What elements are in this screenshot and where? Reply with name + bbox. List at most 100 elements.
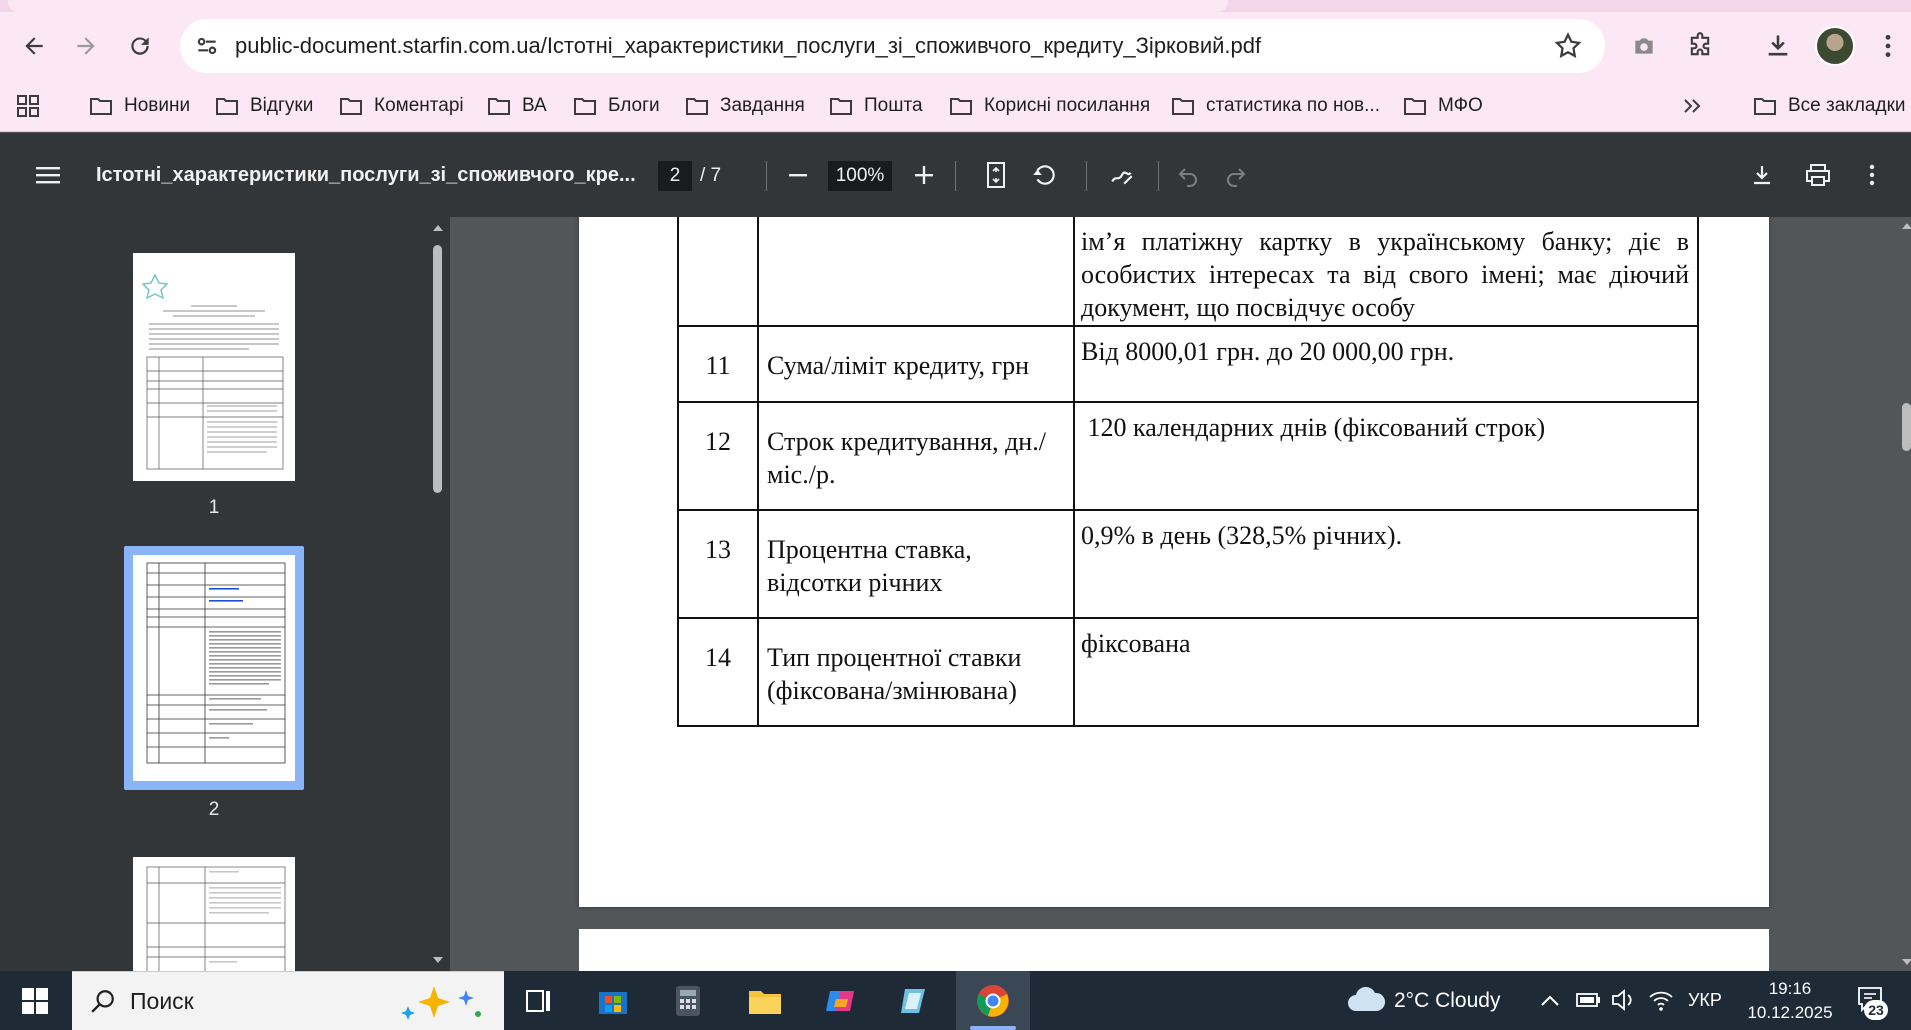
active-tab[interactable] xyxy=(8,0,1228,12)
bookmark-folder[interactable]: Відгуки xyxy=(216,80,313,132)
search-placeholder: Поиск xyxy=(130,988,194,1014)
fit-page-button[interactable] xyxy=(976,155,1016,195)
page-number-input[interactable]: 2 xyxy=(658,161,692,191)
row-name: Строк кредитування, дн./міс./р. xyxy=(757,401,1075,511)
zoom-out-button[interactable] xyxy=(778,155,818,195)
pdf-more-button[interactable] xyxy=(1852,155,1892,195)
row-name: Процентна ставка, відсотки річних xyxy=(757,509,1075,619)
browser-toolbar: public-document.starfin.com.ua/Істотні_х… xyxy=(0,12,1911,80)
task-view-button[interactable] xyxy=(518,980,560,1022)
download-icon xyxy=(1768,35,1788,56)
pdf-download-button[interactable] xyxy=(1742,155,1782,195)
folder-icon xyxy=(90,97,112,115)
clock-date: 10.12.2025 xyxy=(1747,1003,1833,1022)
clock[interactable]: 19:16 10.12.2025 xyxy=(1735,977,1845,1025)
scroll-up-icon[interactable] xyxy=(1901,221,1911,231)
page-thumbnail-1[interactable] xyxy=(133,253,295,481)
page-2-preview xyxy=(146,562,286,764)
print-button[interactable] xyxy=(1798,155,1838,195)
bookmark-folder[interactable]: Новини xyxy=(90,80,190,132)
bookmark-label: ВА xyxy=(522,95,547,116)
printer-icon xyxy=(1806,164,1830,186)
apps-button[interactable] xyxy=(16,80,40,132)
volume-icon[interactable] xyxy=(1610,988,1636,1012)
back-button[interactable] xyxy=(14,26,54,66)
apps-grid-icon xyxy=(17,95,39,117)
copilot-app[interactable] xyxy=(820,980,862,1022)
page-thumbnail-3[interactable] xyxy=(133,857,295,971)
input-language[interactable]: УКР xyxy=(1688,971,1722,1030)
bookmark-folder[interactable]: Корисні посилання xyxy=(950,80,1150,132)
annotate-button[interactable] xyxy=(1102,155,1142,195)
address-bar[interactable]: public-document.starfin.com.ua/Істотні_х… xyxy=(180,19,1605,73)
reload-button[interactable] xyxy=(120,26,160,66)
extensions-button[interactable] xyxy=(1680,26,1720,66)
plus-icon xyxy=(915,166,933,184)
rotate-button[interactable] xyxy=(1024,155,1064,195)
active-app-indicator xyxy=(970,1026,1016,1030)
chevron-up-icon[interactable] xyxy=(1540,993,1560,1007)
scroll-up-icon xyxy=(433,225,443,231)
bookmark-folder[interactable]: ВА xyxy=(488,80,547,132)
puzzle-icon xyxy=(1690,32,1710,56)
site-settings-icon[interactable] xyxy=(194,33,220,59)
store-app[interactable] xyxy=(592,980,634,1022)
weather-text[interactable]: 2°C Cloudy xyxy=(1394,971,1500,1030)
sidebar-scroll-thumb[interactable] xyxy=(433,245,442,493)
file-explorer-app[interactable] xyxy=(744,980,786,1022)
folder-icon xyxy=(1172,97,1194,115)
forward-button[interactable] xyxy=(66,26,106,66)
scroll-down-icon[interactable] xyxy=(1901,957,1911,967)
bookmark-label: Завдання xyxy=(720,95,805,116)
bookmark-folder[interactable]: Блоги xyxy=(574,80,660,132)
redo-button[interactable] xyxy=(1216,155,1256,195)
copilot-sparkle-icon xyxy=(401,986,481,1020)
more-bookmarks-button[interactable] xyxy=(1682,80,1702,132)
folder-icon xyxy=(1754,97,1776,115)
notes-app[interactable] xyxy=(894,980,936,1022)
windows-taskbar: Поиск 2°C Cloudy УКР 19:16 10.12.2025 23 xyxy=(0,971,1911,1030)
divider xyxy=(766,161,767,191)
row-value: 0,9% в день (328,5% річних). xyxy=(1073,509,1699,619)
row-number xyxy=(677,217,759,327)
bookmark-folder[interactable]: МФО xyxy=(1404,80,1483,132)
taskbar-search[interactable]: Поиск xyxy=(72,971,504,1030)
zoom-in-button[interactable] xyxy=(904,155,944,195)
battery-icon[interactable] xyxy=(1576,990,1602,1010)
pdf-page: ім’я платіжну картку в українському банк… xyxy=(579,217,1769,907)
thumbnail-label: 2 xyxy=(208,799,220,820)
table-row: 12 Строк кредитування, дн./міс./р. 120 к… xyxy=(677,401,1699,511)
downloads-button[interactable] xyxy=(1758,26,1798,66)
bookmark-folder[interactable]: статистика по нов... xyxy=(1172,80,1380,132)
wifi-icon[interactable] xyxy=(1648,988,1674,1012)
bookmark-label: статистика по нов... xyxy=(1206,95,1380,116)
start-button[interactable] xyxy=(14,980,56,1022)
divider xyxy=(1158,161,1159,191)
browser-menu-button[interactable] xyxy=(1868,26,1908,66)
rotate-icon xyxy=(1033,165,1055,185)
cloud-icon[interactable] xyxy=(1346,987,1386,1013)
reload-icon xyxy=(131,37,149,55)
document-scroll-thumb[interactable] xyxy=(1902,403,1911,451)
calculator-app[interactable] xyxy=(667,980,709,1022)
folder-icon xyxy=(340,97,362,115)
all-bookmarks-button[interactable]: Все закладки xyxy=(1754,80,1906,132)
tab-strip xyxy=(0,0,1911,12)
zoom-input[interactable]: 100% xyxy=(828,161,892,191)
bookmark-folder[interactable]: Коментарі xyxy=(340,80,464,132)
row-name: Сума/ліміт кредиту, грн xyxy=(757,325,1075,403)
bookmark-folder[interactable]: Завдання xyxy=(686,80,805,132)
search-icon xyxy=(91,990,114,1013)
bookmark-label: МФО xyxy=(1438,95,1483,116)
row-number: 14 xyxy=(677,617,759,727)
bookmark-star-icon[interactable] xyxy=(1553,31,1583,61)
sidebar-toggle-button[interactable] xyxy=(28,155,68,195)
undo-button[interactable] xyxy=(1168,155,1208,195)
screenshot-button[interactable] xyxy=(1624,26,1664,66)
scroll-down-icon xyxy=(433,957,443,963)
chrome-app[interactable] xyxy=(972,980,1014,1022)
url-text: public-document.starfin.com.ua/Істотні_х… xyxy=(235,33,1262,58)
bookmark-folder[interactable]: Пошта xyxy=(830,80,923,132)
profile-avatar[interactable] xyxy=(1815,26,1855,66)
page-thumbnail-2[interactable] xyxy=(133,555,295,781)
